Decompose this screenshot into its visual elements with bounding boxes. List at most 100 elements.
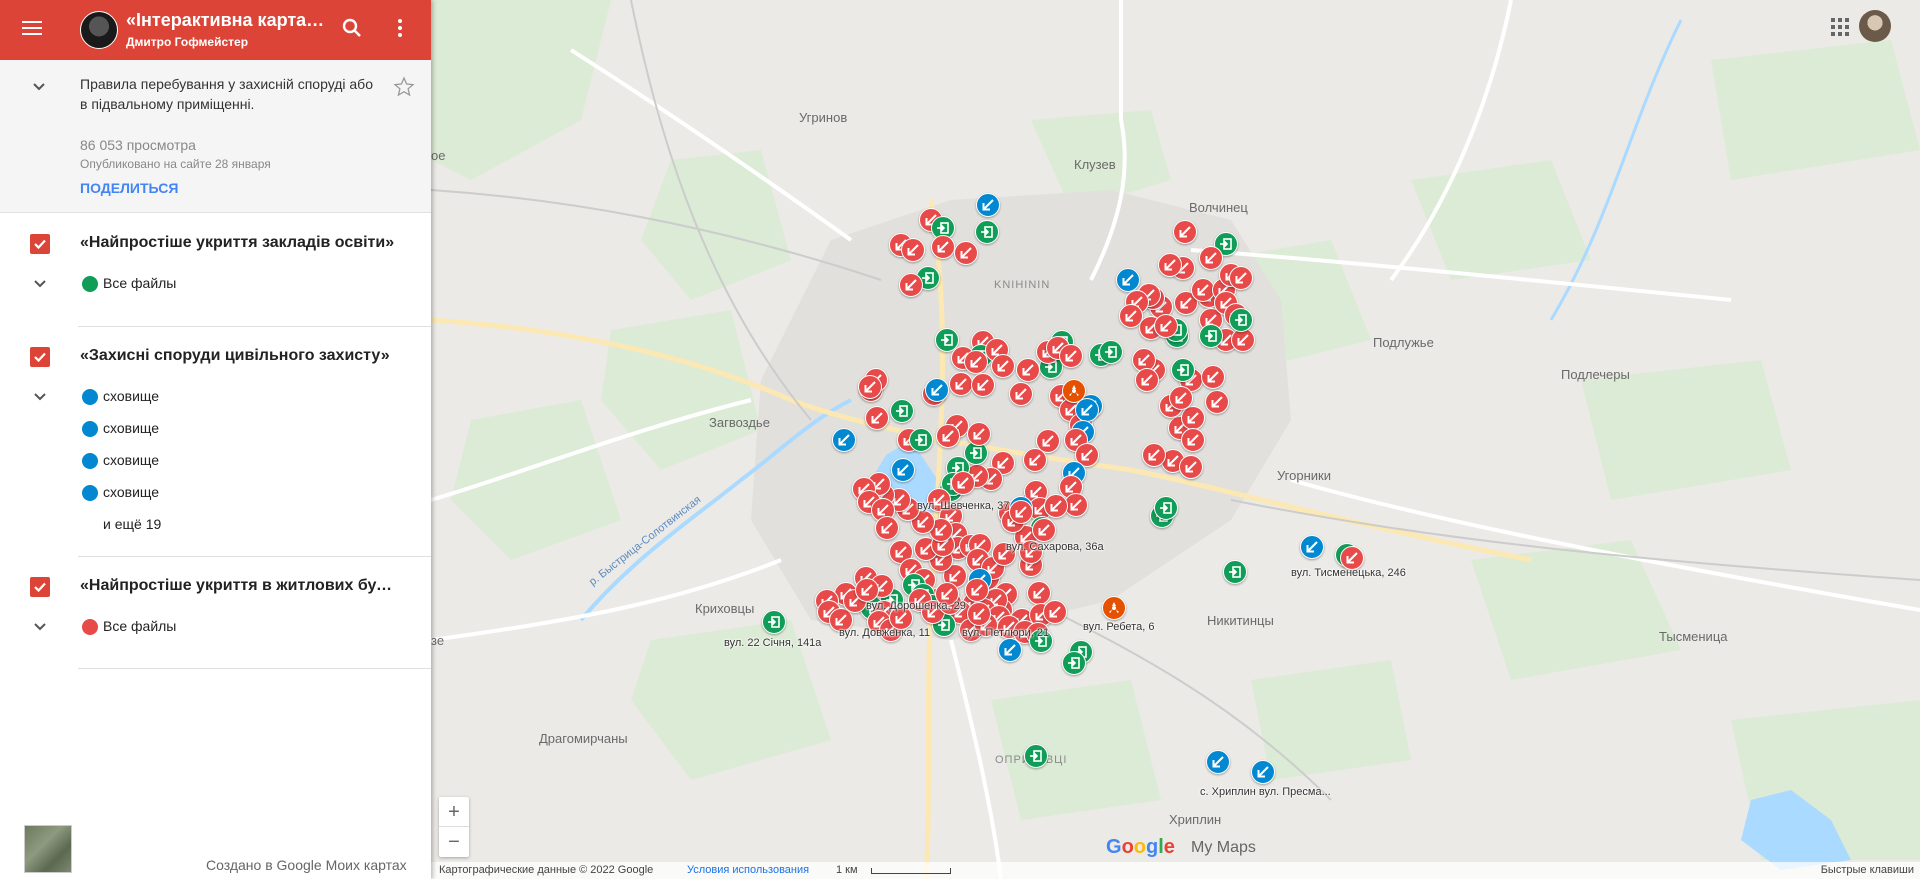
residential-shelter-marker[interactable] [901,238,925,262]
education-shelter-marker[interactable] [1099,340,1123,364]
search-icon[interactable] [340,16,364,40]
civil-shelter-marker[interactable] [832,428,856,452]
zoom-in-button[interactable]: + [439,797,469,827]
residential-shelter-marker[interactable] [1201,365,1225,389]
education-shelter-marker[interactable] [1229,308,1253,332]
residential-shelter-marker[interactable] [964,350,988,374]
address-label: вул. Дорошенка, 29 [866,600,966,612]
residential-shelter-marker[interactable] [858,375,882,399]
education-shelter-marker[interactable] [1024,744,1048,768]
more-options-icon[interactable] [388,16,412,40]
civil-shelter-marker[interactable] [925,378,949,402]
civil-shelter-marker[interactable] [891,458,915,482]
residential-shelter-marker[interactable] [899,273,923,297]
place-label: Криховцы [695,601,755,616]
green-enter-icon [82,276,98,292]
residential-shelter-marker[interactable] [1023,448,1047,472]
sidebar: «Інтерактивна карта найпростіших укритті… [0,0,431,879]
map-thumbnail[interactable] [24,825,72,873]
map-title: «Інтерактивна карта найпростіших укритті… [126,10,326,30]
user-avatar[interactable] [1859,10,1891,42]
education-shelter-marker[interactable] [1154,496,1178,520]
residential-shelter-marker[interactable] [1158,253,1182,277]
residential-shelter-marker[interactable] [1229,266,1253,290]
residential-shelter-marker[interactable] [954,241,978,265]
residential-shelter-marker[interactable] [1154,314,1178,338]
civil-shelter-marker[interactable] [1075,398,1099,422]
place-label: Никитинцы [1207,613,1274,628]
place-label: Угринов [799,110,848,125]
residential-shelter-marker[interactable] [875,516,899,540]
civil-shelter-marker[interactable] [976,193,1000,217]
residential-shelter-marker[interactable] [1179,455,1203,479]
layer-visibility-checkbox[interactable] [30,577,50,597]
layer-education: «Найпростіше укриття закладів освіти» Вс… [0,213,431,327]
residential-shelter-marker[interactable] [1009,382,1033,406]
residential-shelter-marker[interactable] [936,424,960,448]
chevron-down-icon[interactable] [28,76,50,98]
address-label: вул. Шевченка, 37 [917,500,1010,512]
residential-shelter-marker[interactable] [1205,390,1229,414]
residential-shelter-marker[interactable] [965,578,989,602]
keyboard-shortcuts-link[interactable]: Быстрые клавиши [1821,864,1914,876]
special-marker[interactable] [1102,596,1126,620]
residential-shelter-marker[interactable] [1181,428,1205,452]
civil-shelter-marker[interactable] [1300,535,1324,559]
place-label: KNIHININ [994,279,1051,291]
residential-shelter-marker[interactable] [1009,500,1033,524]
view-count: 86 053 просмотра [80,137,196,153]
chevron-down-icon[interactable] [29,616,51,638]
education-shelter-marker[interactable] [762,610,786,634]
education-shelter-marker[interactable] [909,428,933,452]
education-shelter-marker[interactable] [975,220,999,244]
map-author-avatar [80,11,118,49]
residential-shelter-marker[interactable] [1044,494,1068,518]
apps-grid-icon[interactable] [1829,16,1851,38]
residential-shelter-marker[interactable] [1043,600,1067,624]
zoom-out-button[interactable]: − [439,827,469,857]
terms-link[interactable]: Условия использования [687,864,809,876]
map-author: Дмитро Гофмейстер [126,35,249,49]
residential-shelter-marker[interactable] [1016,358,1040,382]
layer-civil-defense: «Захисні споруди цивільного захисту» схо… [0,327,431,557]
education-shelter-marker[interactable] [1199,324,1223,348]
share-button[interactable]: ПОДЕЛИТЬСЯ [80,180,178,196]
residential-shelter-marker[interactable] [991,354,1015,378]
residential-shelter-marker[interactable] [971,373,995,397]
residential-shelter-marker[interactable] [951,471,975,495]
residential-shelter-marker[interactable] [1142,443,1166,467]
menu-icon[interactable] [20,16,44,40]
map-canvas[interactable]: Угринов Клузев Волчинец KNIHININ Подлужь… [431,0,1920,879]
created-in-my-maps-link[interactable]: Создано в Google Моих картах [206,857,407,873]
civil-shelter-marker[interactable] [1206,750,1230,774]
address-label: вул. Петлюри, 21 [962,627,1050,639]
residential-shelter-marker[interactable] [855,578,879,602]
layer-visibility-checkbox[interactable] [30,234,50,254]
layer-visibility-checkbox[interactable] [30,347,50,367]
residential-shelter-marker[interactable] [1181,406,1205,430]
chevron-down-icon[interactable] [29,386,51,408]
residential-shelter-marker[interactable] [931,235,955,259]
residential-shelter-marker[interactable] [1199,246,1223,270]
civil-shelter-marker[interactable] [1251,760,1275,784]
residential-shelter-marker[interactable] [1032,518,1056,542]
residential-shelter-marker[interactable] [1059,344,1083,368]
education-shelter-marker[interactable] [1223,560,1247,584]
education-shelter-marker[interactable] [1062,651,1086,675]
residential-shelter-marker[interactable] [967,602,991,626]
civil-shelter-marker[interactable] [998,638,1022,662]
star-icon[interactable] [393,76,415,98]
education-shelter-marker[interactable] [1171,358,1195,382]
education-shelter-marker[interactable] [890,399,914,423]
residential-shelter-marker[interactable] [949,372,973,396]
residential-shelter-marker[interactable] [1169,386,1193,410]
google-logo: Google [1106,836,1175,858]
residential-shelter-marker[interactable] [1135,368,1159,392]
residential-shelter-marker[interactable] [967,422,991,446]
residential-shelter-marker[interactable] [1173,220,1197,244]
civil-shelter-marker[interactable] [1116,268,1140,292]
divider [78,668,431,669]
residential-shelter-marker[interactable] [1119,304,1143,328]
chevron-down-icon[interactable] [29,273,51,295]
residential-shelter-marker[interactable] [865,406,889,430]
